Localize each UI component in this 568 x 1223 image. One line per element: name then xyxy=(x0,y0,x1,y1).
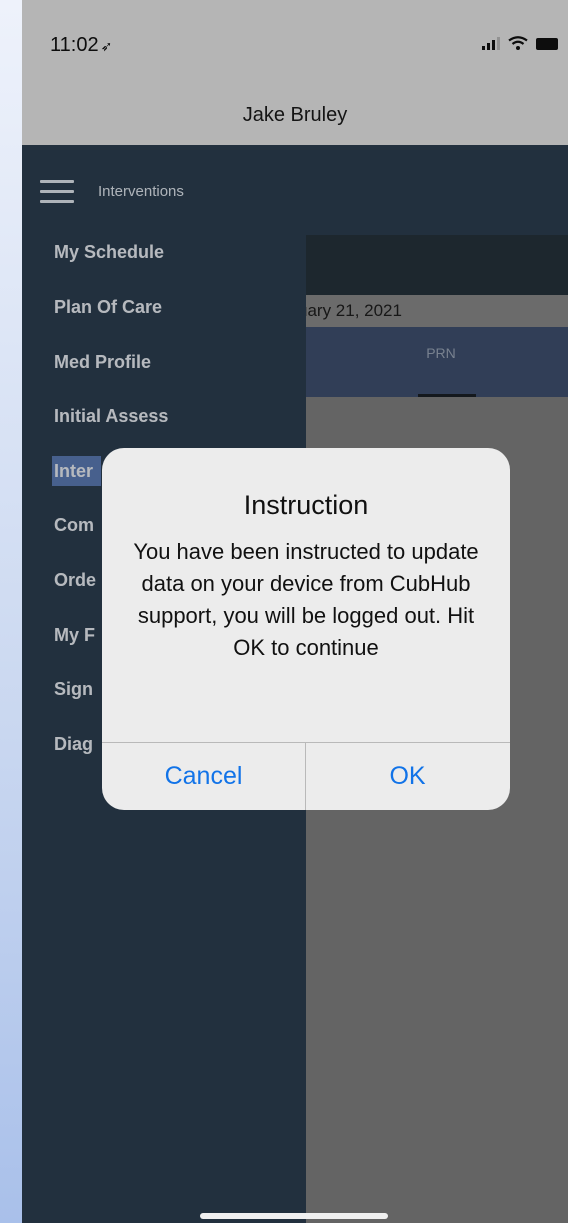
home-indicator[interactable] xyxy=(200,1213,388,1219)
phone-screen: 11:02 ➶ Jake Bruley Interventions uary 21… xyxy=(22,0,568,1223)
ok-button[interactable]: OK xyxy=(306,743,509,810)
alert-title: Instruction xyxy=(243,490,369,520)
instruction-alert-dialog: Instruction You have been instructed to … xyxy=(102,448,510,810)
cancel-button[interactable]: Cancel xyxy=(102,743,305,810)
alert-message: You have been instructed to update data … xyxy=(133,539,479,660)
